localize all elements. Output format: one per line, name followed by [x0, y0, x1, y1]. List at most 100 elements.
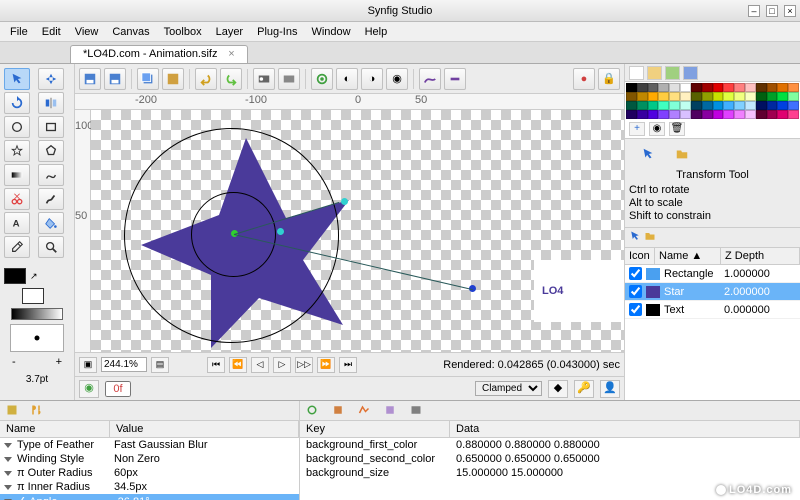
mirror-tool[interactable]: [38, 92, 64, 114]
palette-swatch[interactable]: [713, 83, 724, 92]
params-tab-1[interactable]: [6, 404, 20, 418]
params-tab-2[interactable]: [30, 404, 44, 418]
zoom-tool[interactable]: [38, 236, 64, 258]
palette-swatch[interactable]: [777, 83, 788, 92]
layers-pointer-icon[interactable]: [629, 230, 641, 245]
spline-width-button[interactable]: [444, 68, 466, 90]
palette-swatch[interactable]: [745, 101, 756, 110]
seek-begin[interactable]: ⏮: [207, 357, 225, 373]
interpolation-select[interactable]: Clamped: [475, 381, 542, 396]
seek-next-key[interactable]: ⏩: [317, 357, 335, 373]
layer-row[interactable]: Rectangle1.000000: [625, 265, 800, 283]
menu-plug-ins[interactable]: Plug-Ins: [251, 24, 303, 40]
layer-row[interactable]: Text0.000000: [625, 301, 800, 319]
layers-folder-icon[interactable]: [644, 230, 656, 245]
meta-tab-3[interactable]: [358, 404, 372, 418]
timebar-icon[interactable]: ▣: [79, 357, 97, 373]
meta-col-data[interactable]: Data: [450, 421, 800, 437]
palette-swatch[interactable]: [767, 92, 778, 101]
record-button[interactable]: ●: [573, 68, 595, 90]
layer-visibility-checkbox[interactable]: [629, 267, 642, 280]
meta-tab-1[interactable]: [306, 404, 320, 418]
palette-swatch[interactable]: [777, 101, 788, 110]
timebar-menu[interactable]: ▤: [151, 357, 169, 373]
options-button[interactable]: [311, 68, 333, 90]
seek-prev-key[interactable]: ⏪: [229, 357, 247, 373]
redo-button[interactable]: [220, 68, 242, 90]
palette-swatch[interactable]: [626, 110, 637, 119]
palette-swatch[interactable]: [723, 83, 734, 92]
draw-tool[interactable]: [38, 188, 64, 210]
palette-swatch[interactable]: [756, 110, 767, 119]
keyframe-button[interactable]: 🔑: [574, 380, 594, 398]
palette-save[interactable]: [683, 66, 698, 80]
param-row[interactable]: Winding StyleNon Zero: [0, 452, 299, 466]
circle-tool[interactable]: [4, 116, 30, 138]
palette-swatch[interactable]: [691, 92, 702, 101]
palette-swatch[interactable]: [723, 110, 734, 119]
palette-swatch[interactable]: [745, 92, 756, 101]
onion-next-button[interactable]: ◑: [361, 68, 383, 90]
palette-swatch[interactable]: [680, 92, 691, 101]
seek-next-frame[interactable]: ▷▷: [295, 357, 313, 373]
palette-swatch[interactable]: [756, 101, 767, 110]
palette-swatch[interactable]: [680, 83, 691, 92]
minimize-button[interactable]: –: [748, 5, 760, 17]
palette-swatch[interactable]: [669, 101, 680, 110]
palette-swatch[interactable]: [777, 92, 788, 101]
brush-increase[interactable]: +: [56, 356, 62, 368]
layer-row[interactable]: Star2.000000: [625, 283, 800, 301]
menu-layer[interactable]: Layer: [210, 24, 250, 40]
param-row[interactable]: ∠ Angle-26.81°: [0, 494, 299, 500]
fill-color-swatch[interactable]: [22, 288, 44, 304]
canvas[interactable]: LO4: [91, 110, 624, 352]
palette-swatch[interactable]: [626, 83, 637, 92]
palette-swatch[interactable]: [756, 83, 767, 92]
palette-swatch[interactable]: [691, 110, 702, 119]
outline-color-swatch[interactable]: [4, 268, 26, 284]
menu-canvas[interactable]: Canvas: [106, 24, 155, 40]
palette-swatch[interactable]: [777, 110, 788, 119]
future-keyframe-button[interactable]: 👤: [600, 380, 620, 398]
spline-tangent-button[interactable]: [419, 68, 441, 90]
save-as-button[interactable]: [104, 68, 126, 90]
layer-visibility-checkbox[interactable]: [629, 303, 642, 316]
gradient-swatch[interactable]: [11, 308, 63, 320]
save-button[interactable]: [79, 68, 101, 90]
palette-swatch[interactable]: [788, 83, 799, 92]
cutout-tool[interactable]: [4, 188, 30, 210]
metadata-row[interactable]: background_first_color0.880000 0.880000 …: [300, 438, 800, 452]
gradient-tool[interactable]: [4, 164, 30, 186]
palette-swatch[interactable]: [637, 83, 648, 92]
fill-tool[interactable]: [38, 212, 64, 234]
metadata-row[interactable]: background_size15.000000 15.000000: [300, 466, 800, 480]
menu-window[interactable]: Window: [305, 24, 356, 40]
palette-swatch[interactable]: [702, 83, 713, 92]
palette-swatch[interactable]: [713, 101, 724, 110]
palette-swatch[interactable]: [658, 83, 669, 92]
palette-swatch[interactable]: [702, 110, 713, 119]
spline-tool[interactable]: [38, 164, 64, 186]
save-all-button[interactable]: [137, 68, 159, 90]
palette-swatch[interactable]: [734, 83, 745, 92]
brush-decrease[interactable]: -: [12, 356, 16, 368]
meta-col-key[interactable]: Key: [300, 421, 450, 437]
palette-swatch[interactable]: [745, 110, 756, 119]
palette-pick[interactable]: ◉: [649, 122, 665, 136]
smooth-move-tool[interactable]: [38, 68, 64, 90]
menu-view[interactable]: View: [69, 24, 105, 40]
seek-end[interactable]: ⏭: [339, 357, 357, 373]
palette-swatch[interactable]: [767, 83, 778, 92]
palette-swatch[interactable]: [767, 110, 778, 119]
palette-swatch[interactable]: [788, 92, 799, 101]
palette-swatch[interactable]: [648, 92, 659, 101]
palette-swatch[interactable]: [691, 101, 702, 110]
palette-swatch[interactable]: [702, 101, 713, 110]
palette-add[interactable]: +: [629, 122, 645, 136]
palette-grid[interactable]: [625, 82, 800, 120]
palette-del[interactable]: 🗑: [669, 122, 685, 136]
param-col-name[interactable]: Name: [0, 421, 110, 437]
text-tool[interactable]: A: [4, 212, 30, 234]
frame-input[interactable]: [105, 381, 131, 397]
layer-visibility-checkbox[interactable]: [629, 285, 642, 298]
